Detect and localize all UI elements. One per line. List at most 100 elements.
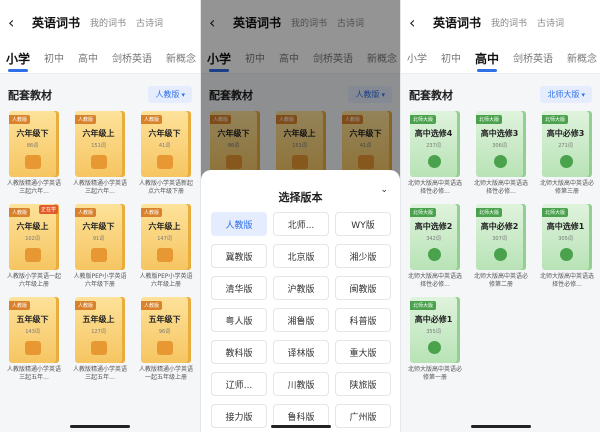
version-option[interactable]: 沪教版 (273, 276, 329, 300)
level-tab-cambridge[interactable]: 剑桥英语 (112, 50, 152, 65)
word-count: 86词 (26, 143, 39, 149)
version-selector[interactable]: 人教版 ▾ (148, 86, 192, 103)
book-emblem-icon (428, 248, 441, 261)
word-count: 102词 (25, 236, 40, 242)
book-item[interactable]: 北师大版 高中选修2 342词 北师大版高中英语选择性必修... (408, 204, 462, 289)
publisher-tag: 北师大版 (410, 208, 437, 217)
book-emblem-icon (157, 341, 173, 355)
tab-english-books[interactable]: 英语词书 (433, 14, 481, 31)
level-tab-junior[interactable]: 初中 (441, 50, 461, 65)
back-arrow-icon[interactable]: ‹ (8, 13, 24, 32)
book-title: 六年级上 (148, 222, 181, 231)
book-caption: 北师大版高中英语选择性必修... (474, 180, 529, 195)
version-option[interactable]: 湘鲁版 (273, 308, 329, 332)
chevron-down-icon[interactable]: ⌄ (380, 185, 388, 195)
version-option[interactable]: 北师... (273, 212, 329, 236)
book-emblem-icon (157, 155, 173, 169)
version-option[interactable]: 接力版 (211, 404, 267, 428)
book-caption: 人教版精通小学英语三起六年... (7, 180, 62, 195)
book-caption: 人教版精通小学英语三起六年... (73, 180, 128, 195)
version-options: 人教版 北师... WY版冀教版 北京版 湘少版清华版 沪教版 闽教版粤人版 湘鲁版 科普版教科… (211, 212, 391, 428)
version-option[interactable]: 重大版 (335, 340, 391, 364)
level-tab-junior[interactable]: 初中 (44, 50, 64, 65)
section-header: 配套教材 北师大版 ▾ (401, 74, 600, 109)
book-emblem-icon (494, 155, 507, 168)
book-item[interactable]: 人教版 五年级下 96词 人教版精通小学英语一起五年级上册 (139, 297, 193, 382)
version-option[interactable]: 人教版 (211, 212, 267, 236)
tab-my-books[interactable]: 我的词书 (491, 16, 527, 29)
level-tab-senior[interactable]: 高中 (475, 50, 499, 72)
learning-badge: 正在学 (38, 205, 58, 214)
book-item[interactable]: 北师大版 高中必修1 355词 北师大版高中英语必修第一册 (408, 297, 462, 382)
level-tab-cambridge[interactable]: 剑桥英语 (513, 50, 553, 65)
book-item[interactable]: 人教版 五年级下 143词 人教版精通小学英语三起五年... (7, 297, 61, 382)
level-tabs: 小学 初中 高中 剑桥英语 新概念 (401, 44, 600, 74)
book-item[interactable]: 人教版六年级上 151词人教版精通小学英语三起六年... (73, 111, 128, 196)
back-arrow-icon[interactable]: ‹ (409, 13, 425, 32)
book-item[interactable]: 人教版 六年级下 91词 人教版PEP小学英语六年级下册 (73, 204, 127, 289)
caret-down-icon: ▾ (581, 91, 585, 99)
book-cover: 北师大版 高中必修1 355词 (410, 297, 460, 363)
word-count: 143词 (25, 329, 40, 335)
screens-container: ‹ 英语词书 我的词书 古诗词 小学 初中 高中 剑桥英语 新概念 配套教材 人… (0, 0, 600, 432)
book-title: 高中必修1 (414, 315, 453, 324)
version-option[interactable]: 湘少版 (335, 244, 391, 268)
top-bar: ‹ 英语词书 我的词书 古诗词 (401, 0, 600, 44)
level-tab-new-concept[interactable]: 新概念 (166, 50, 196, 65)
publisher-tag: 人教版 (9, 115, 31, 124)
version-option[interactable]: WY版 (335, 212, 391, 236)
version-option[interactable]: 陕旅版 (335, 372, 391, 396)
version-option[interactable]: 科普版 (335, 308, 391, 332)
book-item[interactable]: 人教版六年级下 41词人教版小学英语新起点六年级下册 (139, 111, 193, 196)
book-cover: 人教版 六年级下 91词 (75, 204, 125, 270)
home-indicator (271, 425, 331, 428)
book-item[interactable]: 北师大版 高中必修2 307词 北师大版高中英语必修第二册 (474, 204, 528, 289)
tab-english-books[interactable]: 英语词书 (32, 14, 80, 31)
word-count: 96词 (158, 329, 171, 335)
version-option[interactable]: 辽师... (211, 372, 267, 396)
section-header: 配套教材 人教版 ▾ (0, 74, 200, 109)
book-item[interactable]: 北师大版 高中必修3 271词 北师大版高中英语必修第三册 (540, 111, 594, 196)
version-selector[interactable]: 北师大版 ▾ (540, 86, 592, 103)
home-indicator (471, 425, 531, 428)
version-option[interactable]: 冀教版 (211, 244, 267, 268)
book-title: 六年级上 (16, 222, 49, 231)
version-option[interactable]: 译林版 (273, 340, 329, 364)
version-option[interactable]: 粤人版 (211, 308, 267, 332)
book-item[interactable]: 北师大版 高中选修1 305词 北师大版高中英语选择性必修... (540, 204, 594, 289)
version-option[interactable]: 教科版 (211, 340, 267, 364)
book-cover: 人教版 五年级上 127词 (75, 297, 125, 363)
publisher-tag: 人教版 (75, 115, 97, 124)
level-tab-primary[interactable]: 小学 (6, 50, 30, 72)
book-emblem-icon (428, 341, 441, 354)
book-item[interactable]: 人教版 正在学 六年级上 102词 人教版小学英语一起六年级上册 (7, 204, 61, 289)
level-tab-primary[interactable]: 小学 (407, 50, 427, 65)
book-emblem-icon (25, 155, 41, 169)
book-title: 高中必修2 (480, 222, 519, 231)
version-option[interactable]: 清华版 (211, 276, 267, 300)
publisher-tag: 北师大版 (542, 115, 569, 124)
book-cover: 人教版 六年级上 151词 (75, 111, 125, 177)
version-option[interactable]: 广州版 (335, 404, 391, 428)
book-title: 六年级下 (16, 129, 49, 138)
book-title: 六年级上 (82, 129, 115, 138)
level-tab-senior[interactable]: 高中 (78, 50, 98, 65)
version-option[interactable]: 北京版 (273, 244, 329, 268)
book-item[interactable]: 人教版 五年级上 127词 人教版精通小学英语三起五年... (73, 297, 127, 382)
book-item[interactable]: 人教版六年级下 86词人教版精通小学英语三起六年... (7, 111, 62, 196)
book-item[interactable]: 人教版 六年级上 147词 人教版PEP小学英语六年级上册 (139, 204, 193, 289)
word-count: 306词 (492, 143, 507, 149)
book-caption: 北师大版高中英语选择性必修... (408, 180, 463, 195)
version-label: 人教版 (155, 90, 180, 99)
book-item[interactable]: 北师大版 高中选修3 306词 北师大版高中英语选择性必修... (474, 111, 529, 196)
tab-poetry[interactable]: 古诗词 (136, 16, 163, 29)
tab-my-books[interactable]: 我的词书 (90, 16, 126, 29)
book-emblem-icon (157, 248, 173, 262)
level-tab-new-concept[interactable]: 新概念 (567, 50, 597, 65)
book-cover: 人教版 正在学 六年级上 102词 (9, 204, 59, 270)
version-option[interactable]: 闽教版 (335, 276, 391, 300)
tab-poetry[interactable]: 古诗词 (537, 16, 564, 29)
book-item[interactable]: 北师大版 高中选修4 237词 北师大版高中英语选择性必修... (408, 111, 463, 196)
publisher-tag: 人教版 (141, 115, 163, 124)
version-option[interactable]: 川教版 (273, 372, 329, 396)
